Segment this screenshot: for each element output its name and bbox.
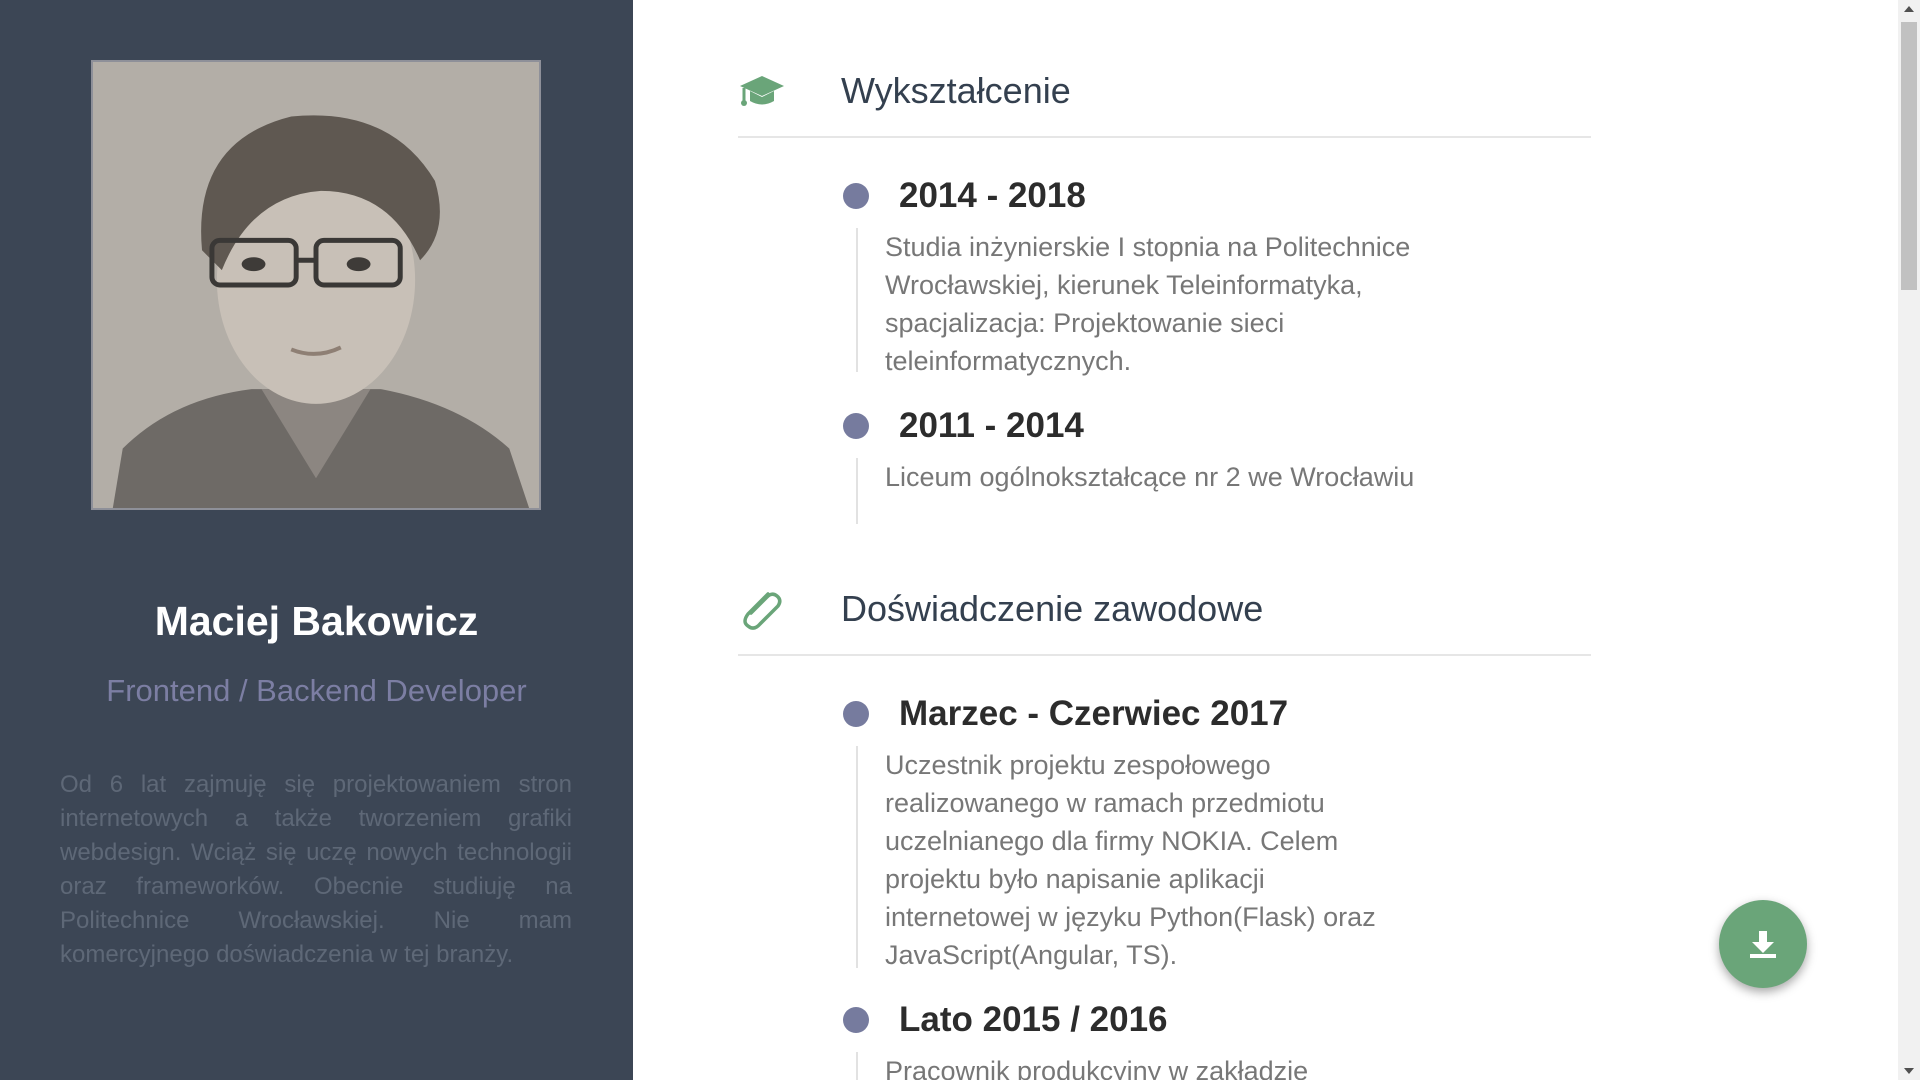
profile-photo (91, 60, 541, 510)
portrait-illustration (93, 62, 539, 508)
profile-role: Frontend / Backend Developer (106, 673, 527, 708)
sidebar: Maciej Bakowicz Frontend / Backend Devel… (0, 0, 633, 1080)
timeline-dot (843, 701, 869, 727)
education-timeline: 2014 - 2018 Studia inżynierskie I stopni… (843, 172, 1443, 524)
graduation-cap-icon (738, 68, 786, 116)
education-title: Wykształcenie (841, 70, 1071, 111)
timeline-dot (843, 413, 869, 439)
entry-date: Lato 2015 / 2016 (899, 1000, 1168, 1039)
timeline-dot (843, 1007, 869, 1033)
entry-description: Liceum ogólnokształcące nr 2 we Wrocławi… (856, 458, 1416, 524)
timeline-entry: Marzec - Czerwiec 2017 Uczestnik projekt… (843, 690, 1443, 970)
entry-date: 2011 - 2014 (899, 406, 1084, 445)
experience-title: Doświadczenie zawodowe (841, 588, 1264, 629)
experience-section-header: Doświadczenie zawodowe (738, 586, 1591, 656)
education-section-header: Wykształcenie (738, 68, 1591, 138)
experience-timeline: Marzec - Czerwiec 2017 Uczestnik projekt… (843, 690, 1443, 1080)
entry-date: 2014 - 2018 (899, 176, 1086, 215)
scroll-up-icon[interactable] (1904, 6, 1914, 12)
scrollbar-thumb[interactable] (1901, 22, 1917, 290)
timeline-entry: Lato 2015 / 2016 Pracownik produkcyjny w… (843, 996, 1443, 1080)
scroll-down-icon[interactable] (1904, 1068, 1914, 1074)
entry-description: Studia inżynierskie I stopnia na Politec… (856, 228, 1416, 376)
download-icon (1750, 931, 1776, 958)
paperclip-icon (738, 586, 786, 634)
timeline-entry: 2011 - 2014 Liceum ogólnokształcące nr 2… (843, 402, 1443, 524)
profile-name: Maciej Bakowicz (154, 598, 479, 644)
vertical-scrollbar[interactable] (1898, 0, 1920, 1080)
entry-description: Uczestnik projektu zespołowego realizowa… (856, 746, 1416, 970)
timeline-entry: 2014 - 2018 Studia inżynierskie I stopni… (843, 172, 1443, 376)
entry-date: Marzec - Czerwiec 2017 (899, 694, 1289, 733)
entry-description: Pracownik produkcyjny w zakładzie produk… (856, 1052, 1416, 1080)
main-content: Wykształcenie 2014 - 2018 Studia inżynie… (633, 0, 1898, 1080)
timeline-dot (843, 183, 869, 209)
profile-bio: Od 6 lat zajmuję się projektowaniem stro… (60, 771, 572, 968)
download-button[interactable] (1719, 900, 1807, 988)
